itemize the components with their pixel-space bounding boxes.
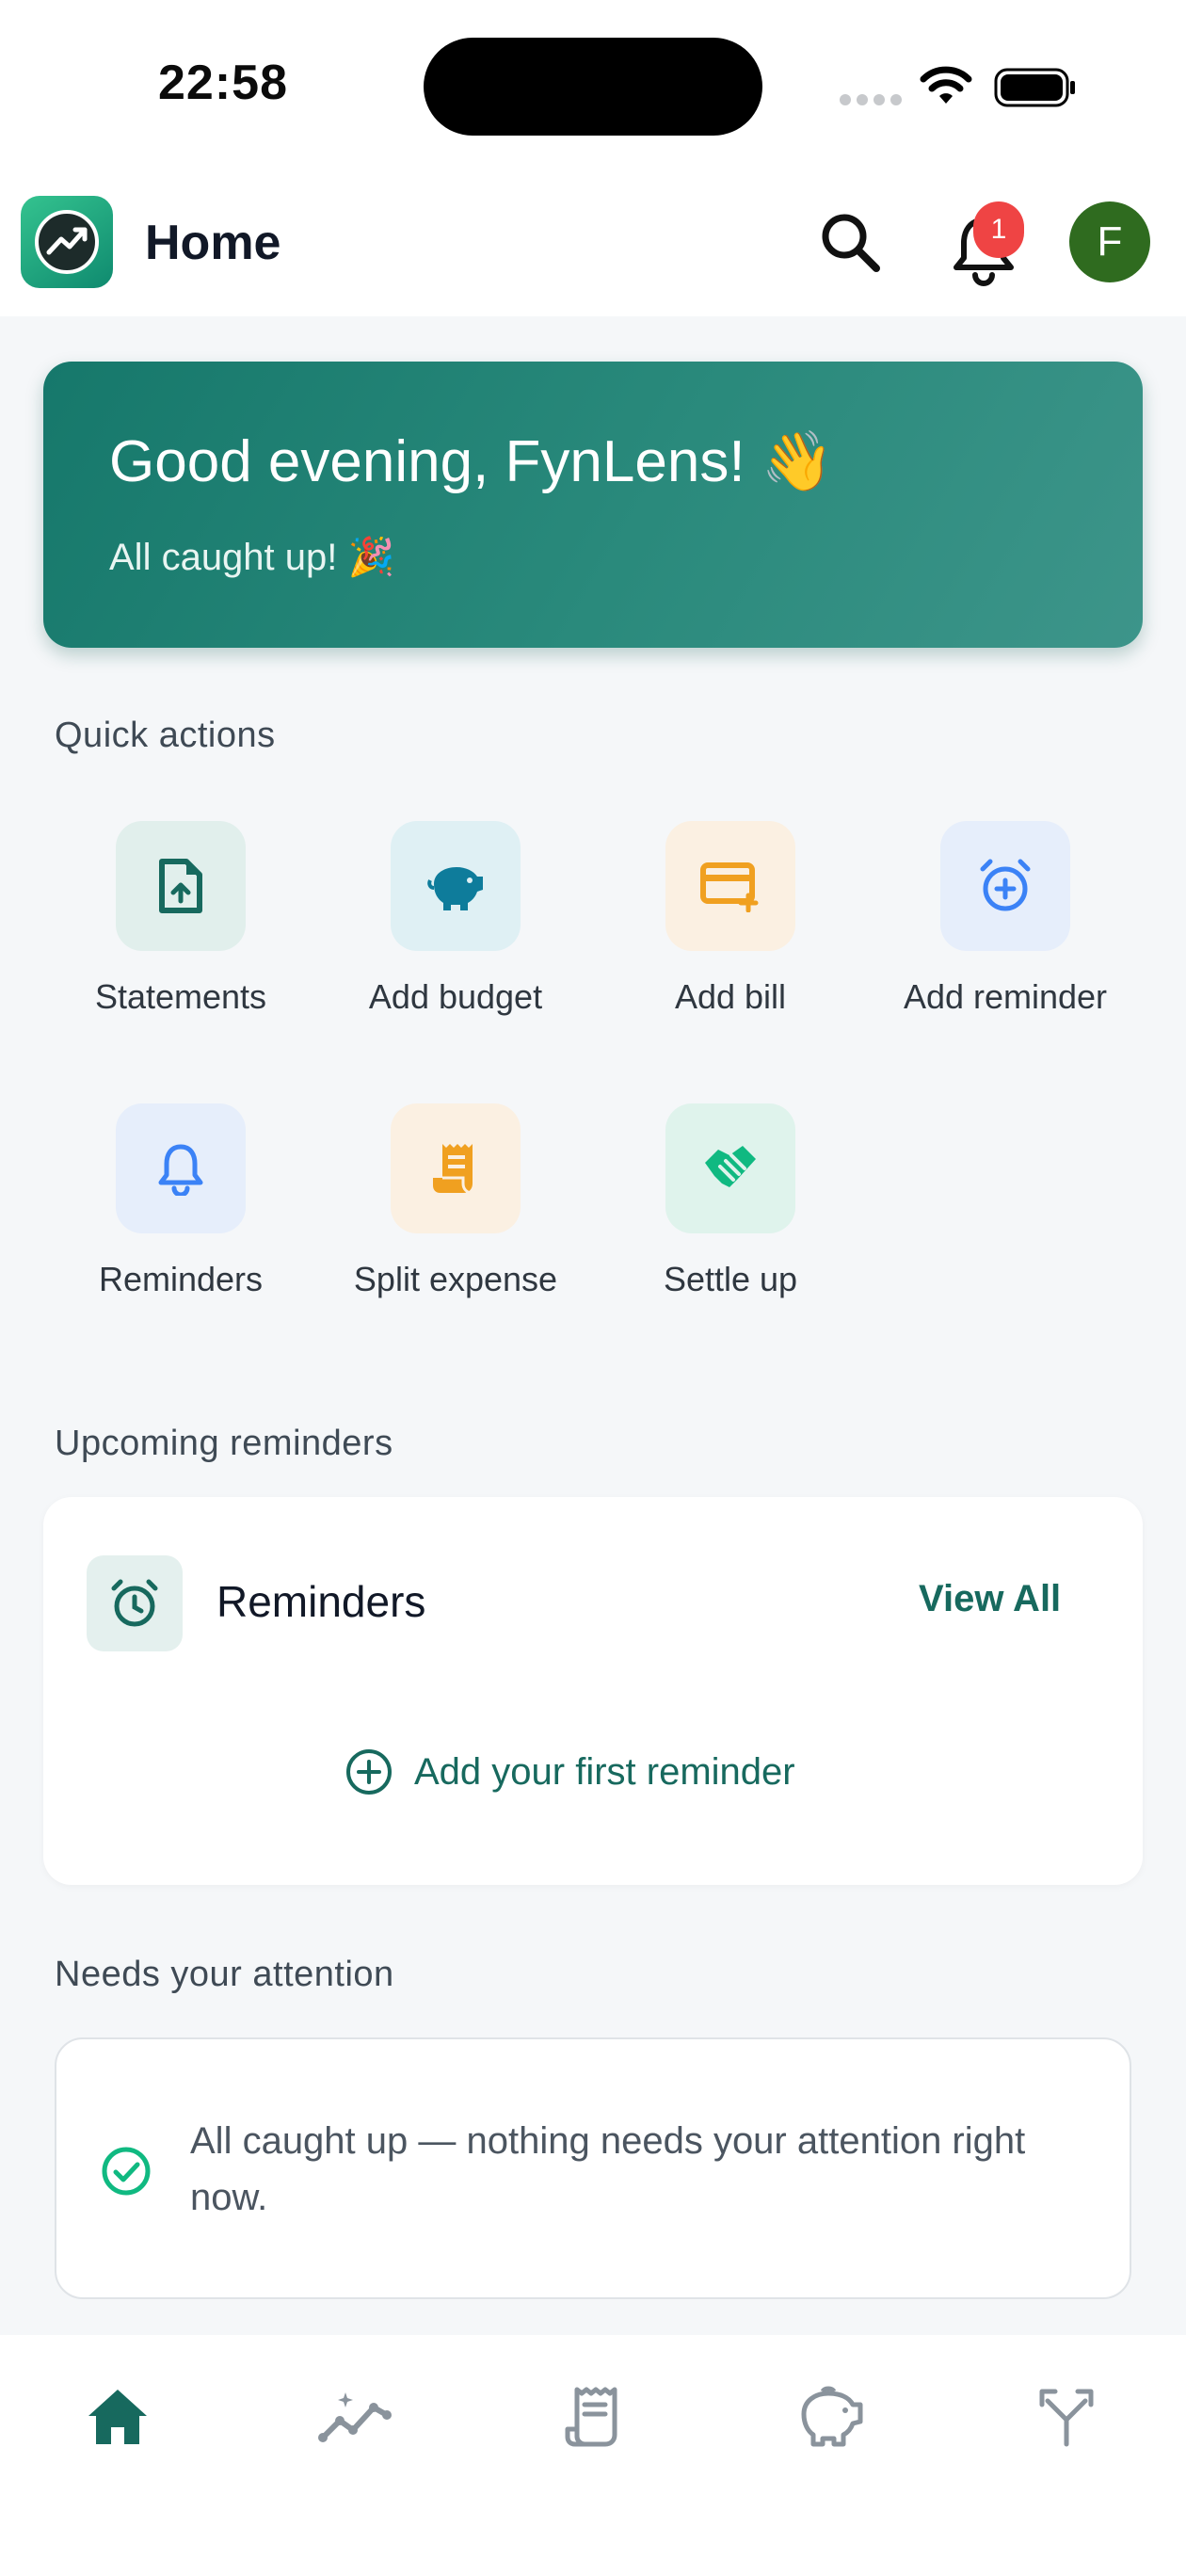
piggy-bank-icon: [801, 2386, 863, 2447]
credit-card-add-icon: [665, 821, 795, 951]
greeting-subtitle: All caught up! 🎉: [109, 537, 395, 578]
quick-action-label: Add budget: [368, 977, 543, 1016]
insights-icon: [318, 2392, 392, 2442]
avatar[interactable]: F: [1069, 201, 1150, 282]
battery-icon: [994, 68, 1075, 107]
status-bar: 22:58: [0, 0, 1186, 179]
home-icon: [88, 2390, 147, 2444]
quick-action-reminders[interactable]: Reminders: [49, 1103, 313, 1299]
wifi-icon: [920, 66, 972, 104]
search-icon: [822, 214, 880, 272]
status-time: 22:58: [158, 56, 288, 110]
nav-split[interactable]: [1015, 2375, 1118, 2459]
cellular-signal-icon: [840, 94, 902, 105]
add-first-reminder-button[interactable]: Add your first reminder: [345, 1747, 795, 1796]
alarm-clock-icon: [87, 1555, 183, 1651]
quick-action-label: Settle up: [663, 1260, 798, 1298]
document-upload-icon: [116, 821, 246, 951]
nav-budgets[interactable]: [777, 2375, 881, 2459]
nav-insights[interactable]: [303, 2375, 407, 2459]
split-icon: [1039, 2389, 1094, 2447]
attention-card: All caught up — nothing needs your atten…: [55, 2037, 1131, 2299]
receipt-icon: [391, 1103, 521, 1233]
upcoming-reminders-label: Upcoming reminders: [55, 1424, 393, 1463]
page-title: Home: [145, 216, 281, 270]
bell-icon: [116, 1103, 246, 1233]
add-circle-icon: [346, 1749, 392, 1795]
quick-action-label: Add bill: [674, 977, 787, 1016]
quick-action-add-reminder[interactable]: Add reminder: [873, 821, 1137, 1017]
needs-attention-label: Needs your attention: [55, 1955, 394, 1994]
quick-action-label: Add reminder: [903, 977, 1108, 1016]
greeting-card: Good evening, FynLens! 👋 All caught up! …: [43, 362, 1143, 648]
quick-action-label: Statements: [94, 977, 267, 1016]
attention-message: All caught up — nothing needs your atten…: [190, 2120, 1026, 2218]
check-circle-icon: [102, 2147, 151, 2196]
notification-badge: 1: [973, 201, 1024, 258]
quick-action-statements[interactable]: Statements: [49, 821, 313, 1017]
greeting-title: Good evening, FynLens! 👋: [109, 429, 834, 494]
quick-action-split-expense[interactable]: Split expense: [324, 1103, 587, 1299]
search-button[interactable]: [815, 207, 887, 279]
handshake-icon: [665, 1103, 795, 1233]
add-first-reminder-label: Add your first reminder: [414, 1750, 795, 1793]
view-all-link[interactable]: View All: [919, 1578, 1061, 1620]
quick-action-label: Reminders: [98, 1260, 264, 1298]
trending-up-icon: [35, 210, 99, 274]
quick-action-add-budget[interactable]: Add budget: [324, 821, 587, 1017]
quick-action-add-bill[interactable]: Add bill: [599, 821, 862, 1017]
reminders-card: Reminders View All Add your first remind…: [43, 1497, 1143, 1885]
app-logo: [21, 196, 113, 288]
reminders-card-title: Reminders: [216, 1577, 426, 1626]
quick-actions-label: Quick actions: [55, 716, 276, 755]
nav-home[interactable]: [66, 2375, 169, 2459]
piggy-bank-icon: [391, 821, 521, 951]
quick-action-label: Split expense: [353, 1260, 558, 1298]
dynamic-island: [424, 38, 762, 136]
quick-action-settle-up[interactable]: Settle up: [599, 1103, 862, 1299]
nav-bills[interactable]: [540, 2375, 644, 2459]
bottom-nav: [0, 2335, 1186, 2576]
receipt-icon: [565, 2387, 617, 2447]
alarm-add-icon: [940, 821, 1070, 951]
